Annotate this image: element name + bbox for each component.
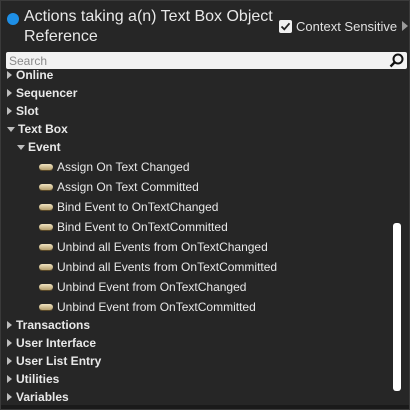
category-label: Utilities — [16, 372, 60, 386]
triangle-down-icon — [7, 126, 15, 132]
category-online[interactable]: Online — [7, 66, 53, 84]
triangle-right-icon — [7, 321, 12, 329]
category-label: Text Box — [18, 122, 68, 136]
function-icon — [39, 164, 53, 170]
action-item[interactable]: Assign On Text Committed — [39, 178, 199, 196]
context-sensitive-toggle[interactable]: Context Sensitive — [279, 17, 409, 35]
triangle-right-icon — [7, 107, 12, 115]
triangle-right-icon — [7, 71, 12, 79]
bottom-divider — [1, 405, 409, 409]
action-tree: Online Sequencer Slot Text Box Event Ass… — [1, 65, 409, 405]
triangle-right-icon — [7, 375, 12, 383]
page-title: Actions taking a(n) Text Box Object Refe… — [24, 8, 273, 45]
action-item[interactable]: Bind Event to OnTextChanged — [39, 198, 218, 216]
category-label: Event — [28, 140, 61, 154]
action-item[interactable]: Unbind Event from OnTextCommitted — [39, 298, 256, 316]
category-transactions[interactable]: Transactions — [7, 316, 90, 334]
category-utilities[interactable]: Utilities — [7, 370, 59, 388]
action-label: Assign On Text Changed — [57, 160, 190, 174]
action-label: Bind Event to OnTextCommitted — [57, 220, 228, 234]
action-label: Assign On Text Committed — [57, 180, 199, 194]
triangle-right-icon — [7, 357, 12, 365]
category-label: Variables — [16, 390, 69, 404]
function-icon — [39, 304, 53, 310]
context-sensitive-checkbox[interactable] — [279, 19, 292, 33]
action-label: Bind Event to OnTextChanged — [57, 200, 219, 214]
context-sensitive-label: Context Sensitive — [296, 18, 398, 34]
action-item[interactable]: Bind Event to OnTextCommitted — [39, 218, 228, 236]
function-icon — [39, 264, 53, 270]
check-icon — [280, 22, 291, 31]
category-label: User Interface — [16, 336, 97, 350]
category-event[interactable]: Event — [17, 138, 61, 156]
action-label: Unbind all Events from OnTextChanged — [57, 240, 268, 254]
triangle-right-icon — [7, 339, 12, 347]
action-item[interactable]: Unbind Event from OnTextChanged — [39, 278, 246, 296]
category-label: Transactions — [16, 318, 91, 332]
category-user-interface[interactable]: User Interface — [7, 334, 96, 352]
action-label: Unbind all Events from OnTextCommitted — [57, 260, 278, 274]
category-label: Sequencer — [16, 86, 78, 100]
action-menu-panel: Actions taking a(n) Text Box Object Refe… — [0, 0, 410, 410]
scrollbar-thumb[interactable] — [393, 223, 401, 391]
category-label: User List Entry — [16, 354, 102, 368]
triangle-down-icon — [17, 144, 25, 150]
category-variables[interactable]: Variables — [7, 388, 69, 405]
triangle-right-icon — [7, 89, 12, 97]
function-icon — [39, 224, 53, 230]
header: Actions taking a(n) Text Box Object Refe… — [1, 1, 409, 50]
function-icon — [39, 184, 53, 190]
category-label: Slot — [16, 104, 39, 118]
blueprint-dot-icon — [7, 13, 19, 25]
category-user-list-entry[interactable]: User List Entry — [7, 352, 101, 370]
context-arrow-icon[interactable] — [402, 21, 409, 31]
action-item[interactable]: Unbind all Events from OnTextCommitted — [39, 258, 277, 276]
action-label: Unbind Event from OnTextCommitted — [57, 300, 256, 314]
function-icon — [39, 204, 53, 210]
function-icon — [39, 244, 53, 250]
triangle-right-icon — [7, 393, 12, 401]
action-item[interactable]: Assign On Text Changed — [39, 158, 190, 176]
category-slot[interactable]: Slot — [7, 102, 39, 120]
function-icon — [39, 284, 53, 290]
action-item[interactable]: Unbind all Events from OnTextChanged — [39, 238, 268, 256]
category-sequencer[interactable]: Sequencer — [7, 84, 77, 102]
category-label: Online — [16, 68, 54, 82]
action-label: Unbind Event from OnTextChanged — [57, 280, 247, 294]
category-text-box[interactable]: Text Box — [7, 120, 68, 138]
